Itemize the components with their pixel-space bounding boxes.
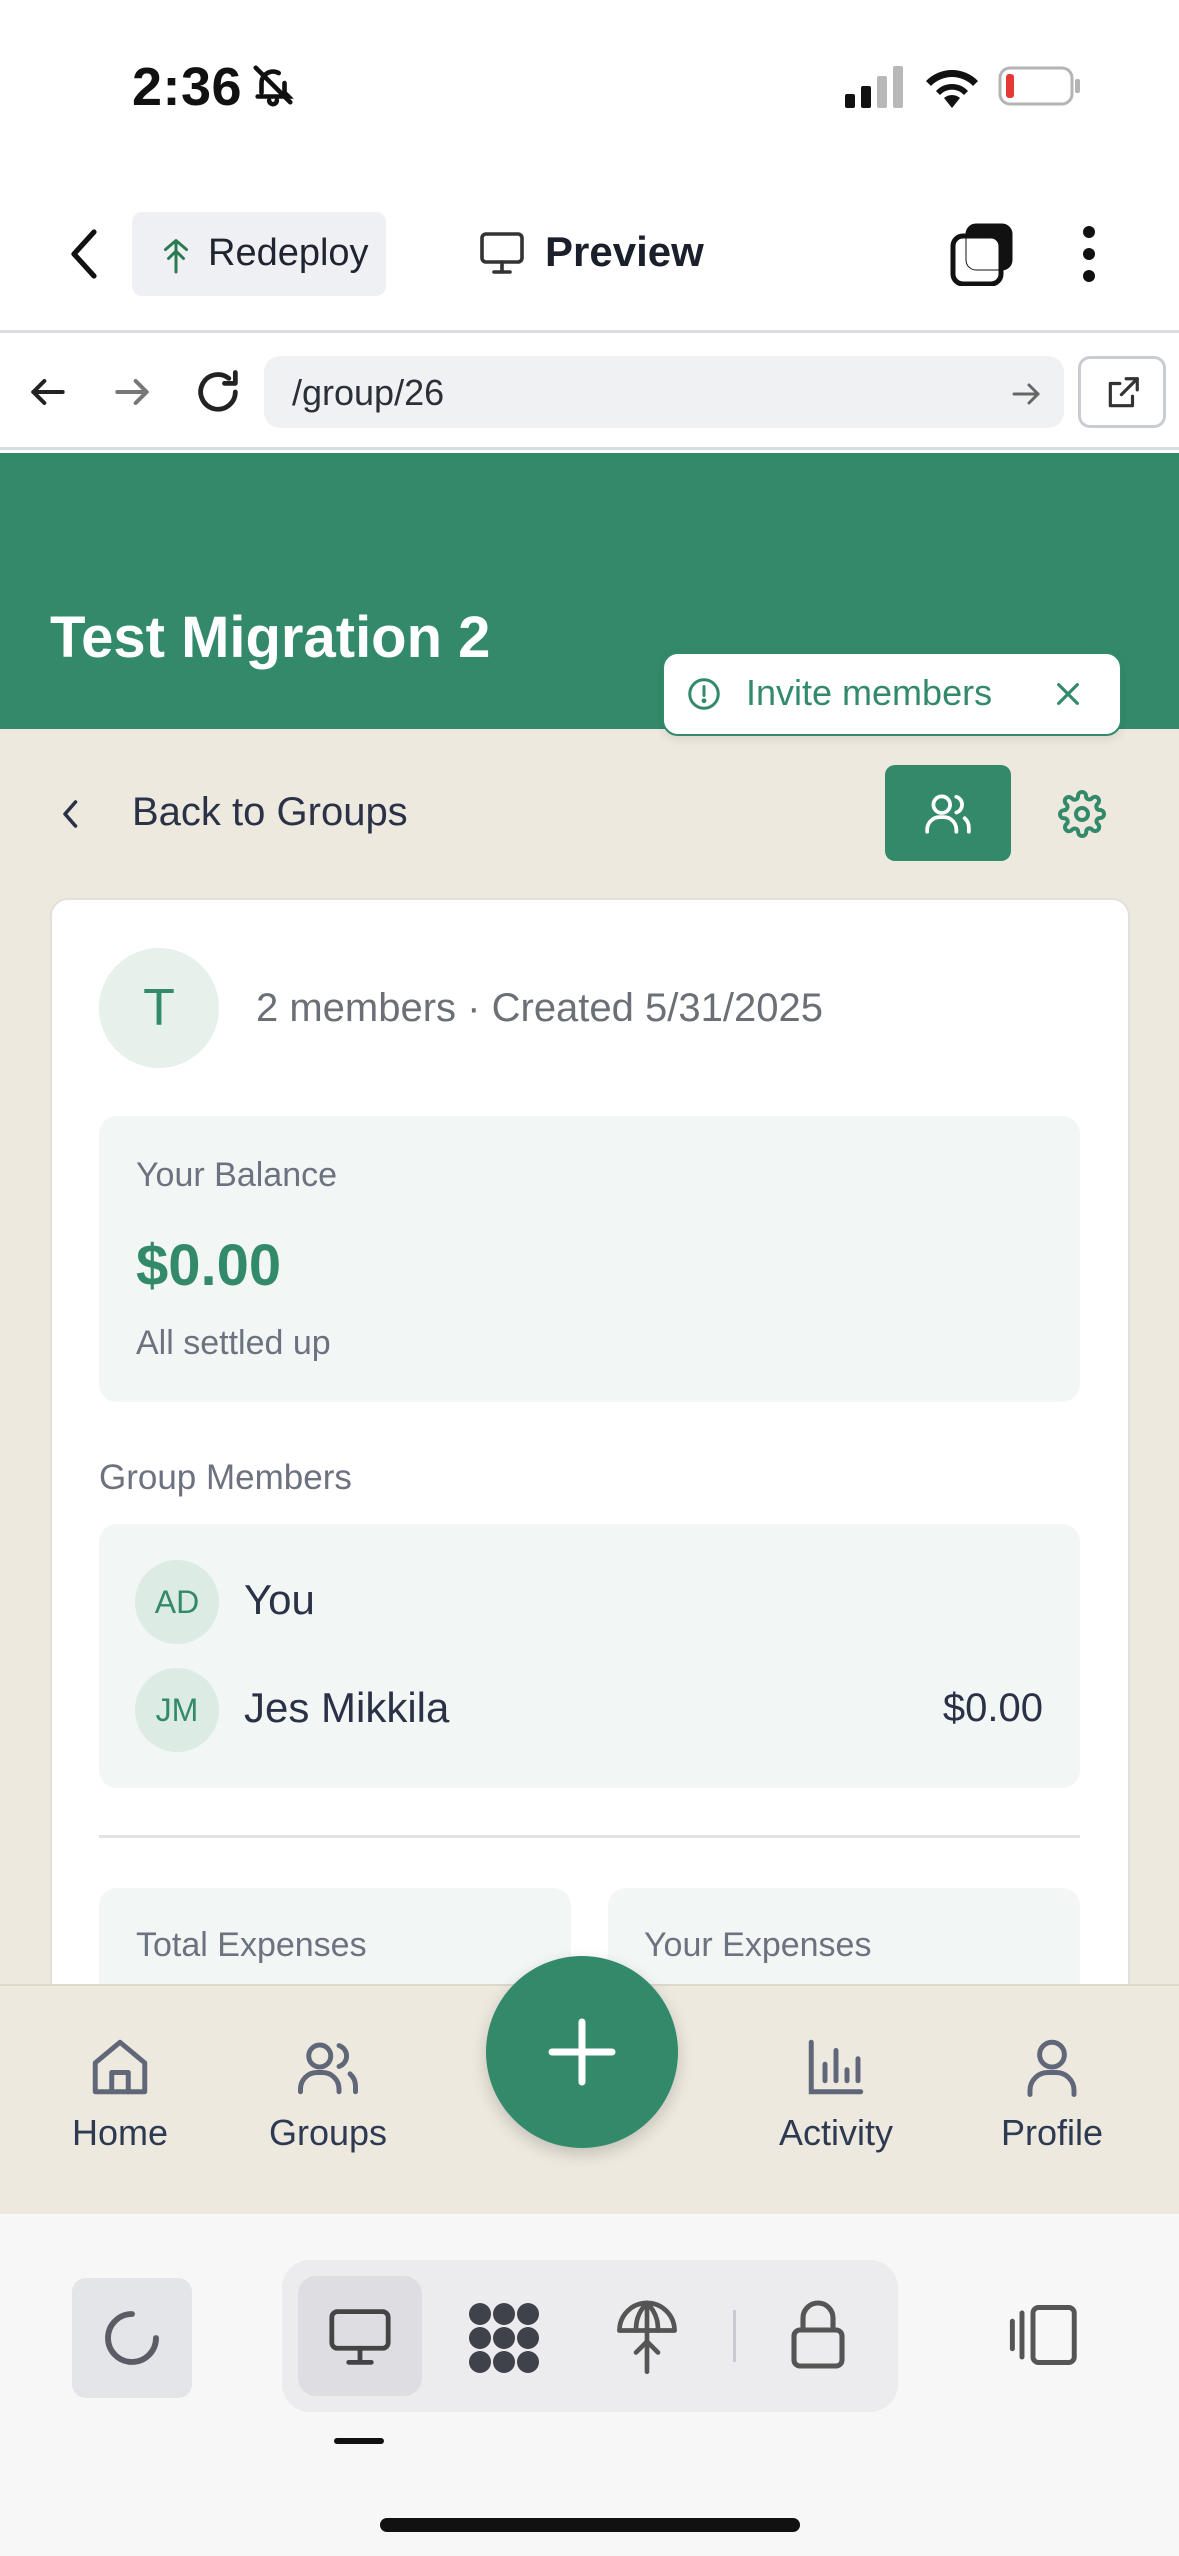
- url-text: /group/26: [292, 372, 445, 413]
- close-icon[interactable]: [1052, 678, 1084, 710]
- back-chevron-icon[interactable]: [56, 794, 86, 834]
- bar-chart-icon: [736, 2034, 936, 2100]
- info-circle-icon: [686, 676, 722, 712]
- reload-icon[interactable]: [192, 366, 244, 418]
- your-expenses-label: Your Expenses: [644, 1926, 872, 1964]
- nav-profile[interactable]: Profile: [952, 2034, 1152, 2154]
- user-icon: [952, 2034, 1152, 2100]
- chevron-left-icon[interactable]: [62, 224, 110, 284]
- grid-icon[interactable]: [466, 2300, 542, 2376]
- member-name: Jes Mikkila: [244, 1684, 450, 1731]
- nav-activity-label: Activity: [778, 2112, 893, 2153]
- go-arrow-icon[interactable]: [1008, 376, 1044, 412]
- nav-groups-label: Groups: [268, 2112, 388, 2153]
- member-balance: $0.00: [942, 1686, 1043, 1730]
- arrow-right-icon[interactable]: [110, 370, 154, 414]
- sidebar-icon[interactable]: [1008, 2302, 1080, 2368]
- tree-icon: [158, 234, 194, 274]
- nav-home[interactable]: Home: [20, 2034, 220, 2154]
- members-list: [99, 1524, 1080, 1788]
- page-title: Test Migration 2: [50, 605, 491, 670]
- divider: [99, 1835, 1080, 1838]
- back-to-groups-link[interactable]: Back to Groups: [132, 790, 408, 835]
- arrow-left-icon[interactable]: [26, 370, 70, 414]
- lock-icon[interactable]: [788, 2300, 848, 2372]
- nav-profile-label: Profile: [1000, 2112, 1104, 2153]
- avatar: JM: [135, 1668, 219, 1752]
- monitor-icon: [326, 2306, 394, 2368]
- battery-icon: [998, 64, 1082, 108]
- stack-icon[interactable]: [950, 222, 1016, 286]
- more-vertical-icon[interactable]: [1078, 224, 1100, 284]
- groups-icon: [228, 2034, 428, 2100]
- group-meta: 2 members · Created 5/31/2025: [256, 986, 823, 1030]
- monitor-icon: [478, 230, 526, 276]
- gear-icon[interactable]: [1058, 790, 1106, 838]
- members-heading: Group Members: [99, 1458, 352, 1497]
- preview-tab[interactable]: Preview: [545, 228, 704, 276]
- wifi-icon: [924, 64, 980, 108]
- group-card: [50, 898, 1130, 2008]
- toolbar-separator: [733, 2310, 736, 2362]
- signal-icon: [845, 66, 905, 108]
- active-indicator: [334, 2438, 384, 2444]
- external-link-icon: [1104, 374, 1142, 412]
- avatar: AD: [135, 1560, 219, 1644]
- group-avatar: T: [99, 948, 219, 1068]
- redeploy-label: Redeploy: [208, 232, 369, 274]
- bell-slash-icon: [250, 62, 296, 108]
- invite-members-label: Invite members: [746, 672, 993, 713]
- member-name: You: [244, 1576, 315, 1623]
- nav-groups[interactable]: Groups: [228, 2034, 428, 2154]
- nav-activity[interactable]: Activity: [736, 2034, 936, 2154]
- spinner-icon: [100, 2306, 164, 2370]
- balance-amount: $0.00: [136, 1233, 282, 1298]
- balance-label: Your Balance: [136, 1156, 338, 1194]
- status-time: 2:36: [132, 57, 243, 117]
- home-indicator: [380, 2518, 800, 2532]
- balance-status: All settled up: [136, 1324, 331, 1362]
- deploy-icon[interactable]: [614, 2296, 680, 2376]
- users-icon: [922, 788, 974, 838]
- nav-home-label: Home: [71, 2112, 169, 2153]
- plus-icon: [547, 2017, 617, 2087]
- home-icon: [20, 2034, 220, 2100]
- total-expenses-label: Total Expenses: [136, 1926, 367, 1964]
